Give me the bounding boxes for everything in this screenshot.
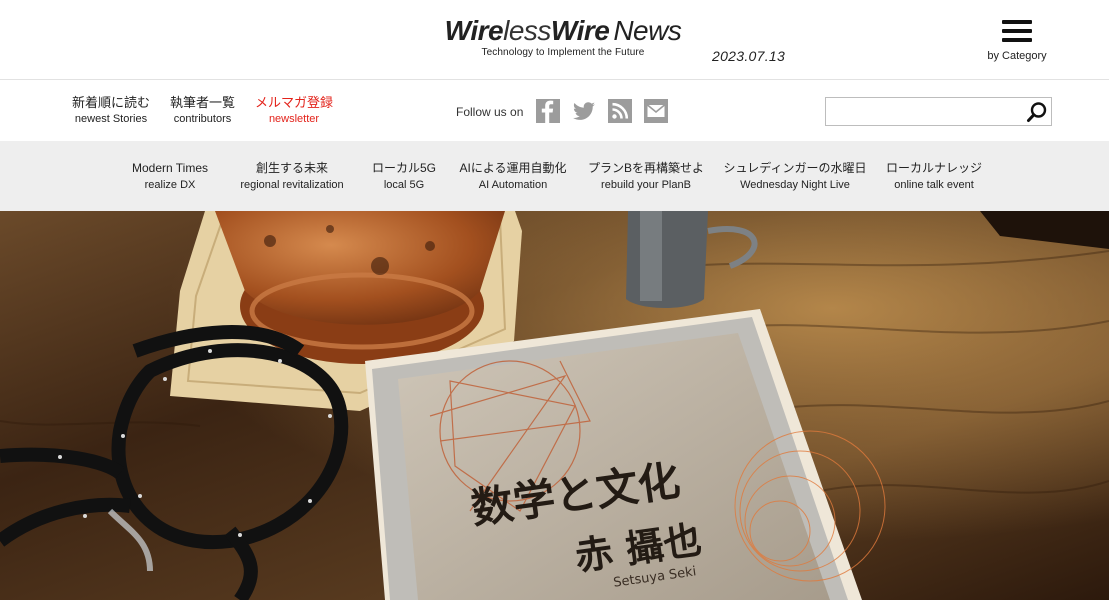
nav-link-en: newsletter [268, 113, 320, 125]
logo-tagline: Technology to Implement the Future [481, 47, 645, 58]
logo-wordmark: WirelessWire News [444, 15, 682, 46]
category-rebuild-planb[interactable]: プランBを再構築せよ rebuild your PlanB [583, 160, 709, 194]
category-label-en: local 5G [383, 179, 425, 191]
site-header: WirelessWire News Technology to Implement… [0, 0, 1109, 80]
category-regional-revitalization[interactable]: 創生する未来 regional revitalization [234, 160, 350, 194]
current-date: 2023.07.13 [712, 48, 786, 64]
category-label-en: rebuild your PlanB [601, 179, 691, 191]
category-label-jp: AIによる運用自動化 [459, 161, 567, 175]
hero-image[interactable]: 数学と文化 赤 攝也 Setsuya Seki [0, 211, 1109, 600]
hamburger-icon [1002, 18, 1032, 44]
category-label-jp: プランBを再構築せよ [587, 161, 704, 175]
rss-icon[interactable] [608, 99, 632, 123]
category-label-jp: 創生する未来 [255, 161, 328, 175]
nav-link-jp: メルマガ登録 [255, 95, 334, 110]
search-box [825, 97, 1052, 126]
hero-photo: 数学と文化 赤 攝也 Setsuya Seki [0, 211, 1109, 600]
category-label-en: realize DX [144, 179, 196, 191]
category-menu-button[interactable]: by Category [980, 18, 1054, 62]
category-label-jp: シュレディンガーの水曜日 [723, 161, 867, 175]
nav-contributors[interactable]: 執筆者一覧 contributors [170, 95, 235, 127]
follow-us-label: Follow us on [456, 105, 524, 119]
menu-label: by Category [987, 50, 1047, 62]
twitter-icon[interactable] [572, 99, 596, 123]
category-label-en: regional revitalization [240, 179, 344, 191]
search-input[interactable] [826, 98, 1021, 125]
category-label-en: AI Automation [478, 179, 548, 191]
category-ai-automation[interactable]: AIによる運用自動化 AI Automation [456, 160, 570, 194]
category-label-jp: ローカルナレッジ [885, 161, 982, 175]
nav-link-en: newest Stories [74, 113, 148, 125]
secondary-nav: 新着順に読む newest Stories 執筆者一覧 contributors… [0, 81, 1109, 141]
category-local-5g[interactable]: ローカル5G local 5G [364, 160, 444, 194]
category-label-en: Wednesday Night Live [740, 179, 850, 191]
nav-link-jp: 新着順に読む [72, 95, 151, 110]
nav-link-en: contributors [173, 113, 232, 125]
search-icon[interactable] [1026, 101, 1048, 123]
category-wednesday-night-live[interactable]: シュレディンガーの水曜日 Wednesday Night Live [722, 160, 868, 194]
category-modern-times[interactable]: Modern Times realize DX [118, 160, 222, 194]
facebook-icon[interactable] [536, 99, 560, 123]
category-bar: Modern Times realize DX 創生する未来 regional … [0, 141, 1109, 211]
mail-icon[interactable] [644, 99, 668, 123]
site-logo[interactable]: WirelessWire News Technology to Implement… [438, 14, 688, 58]
category-label-en: online talk event [894, 179, 974, 191]
category-label-jp: ローカル5G [371, 161, 436, 175]
nav-newest-stories[interactable]: 新着順に読む newest Stories [72, 95, 150, 127]
category-local-knowledge[interactable]: ローカルナレッジ online talk event [882, 160, 986, 194]
category-label-jp: Modern Times [131, 161, 209, 175]
nav-newsletter[interactable]: メルマガ登録 newsletter [255, 95, 333, 127]
nav-link-jp: 執筆者一覧 [170, 95, 236, 110]
